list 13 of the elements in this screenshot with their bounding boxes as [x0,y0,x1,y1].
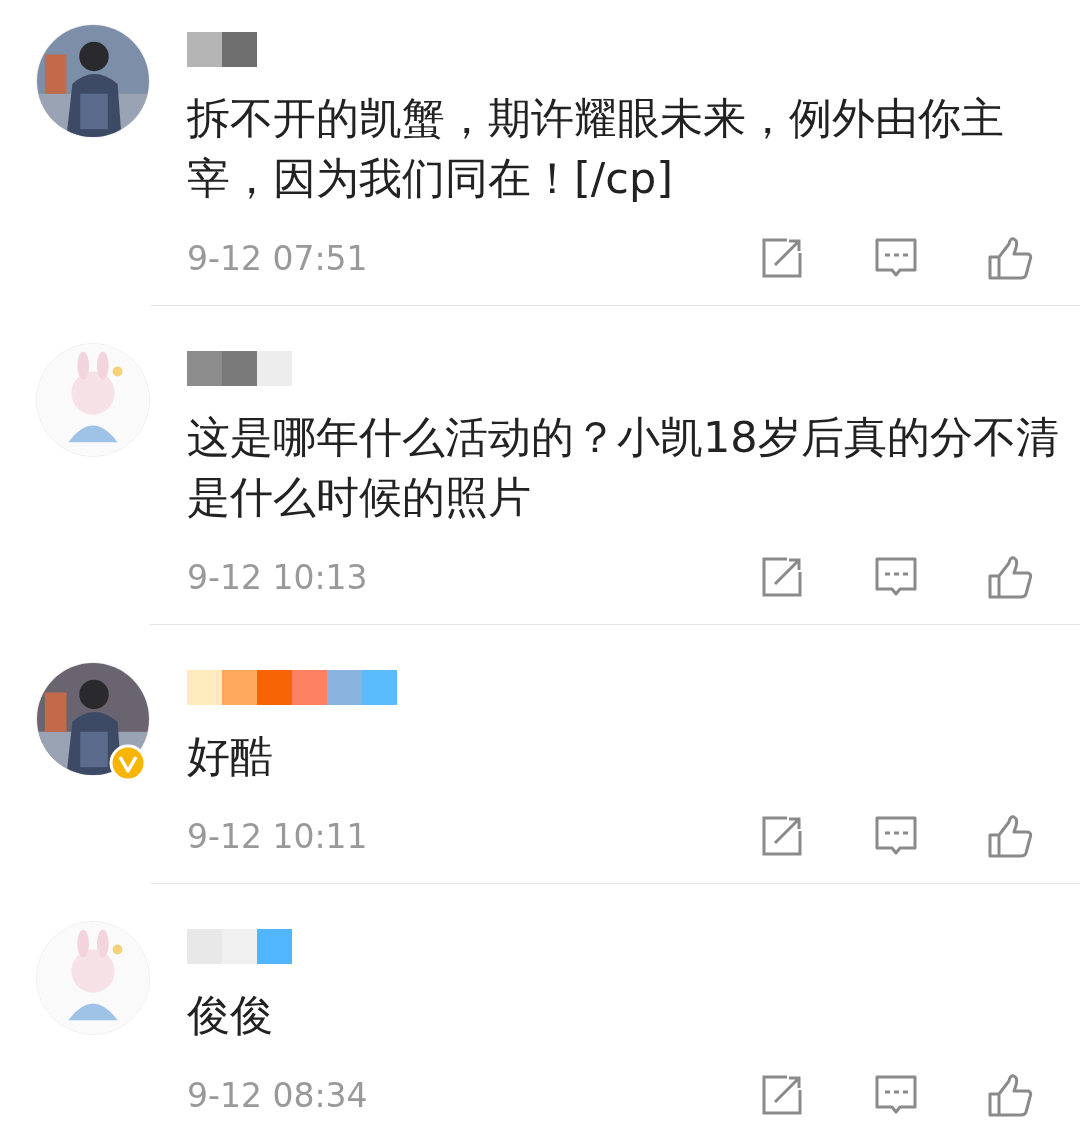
like-icon[interactable] [987,554,1033,600]
like-icon[interactable] [987,235,1033,281]
comment-time: 9-12 07:51 [187,238,368,278]
comment-text: 好酷 [187,730,274,783]
like-icon[interactable] [987,813,1033,859]
redacted-name-drawing [187,31,257,67]
comment-time: 9-12 08:34 [187,1075,368,1115]
comment-text: 拆不开的凯蟹，期许耀眼未来，例外由你主宰，因为我们同在！[/cp] [187,92,1005,205]
comment-text: 这是哪年什么活动的？小凯18岁后真的分不清是什么时候的照片 [187,411,1060,524]
like-icon[interactable] [987,1072,1033,1118]
comment-text: 俊俊 [187,989,274,1042]
comment-time: 9-12 10:11 [187,816,368,856]
comment-time: 9-12 10:13 [187,557,368,597]
